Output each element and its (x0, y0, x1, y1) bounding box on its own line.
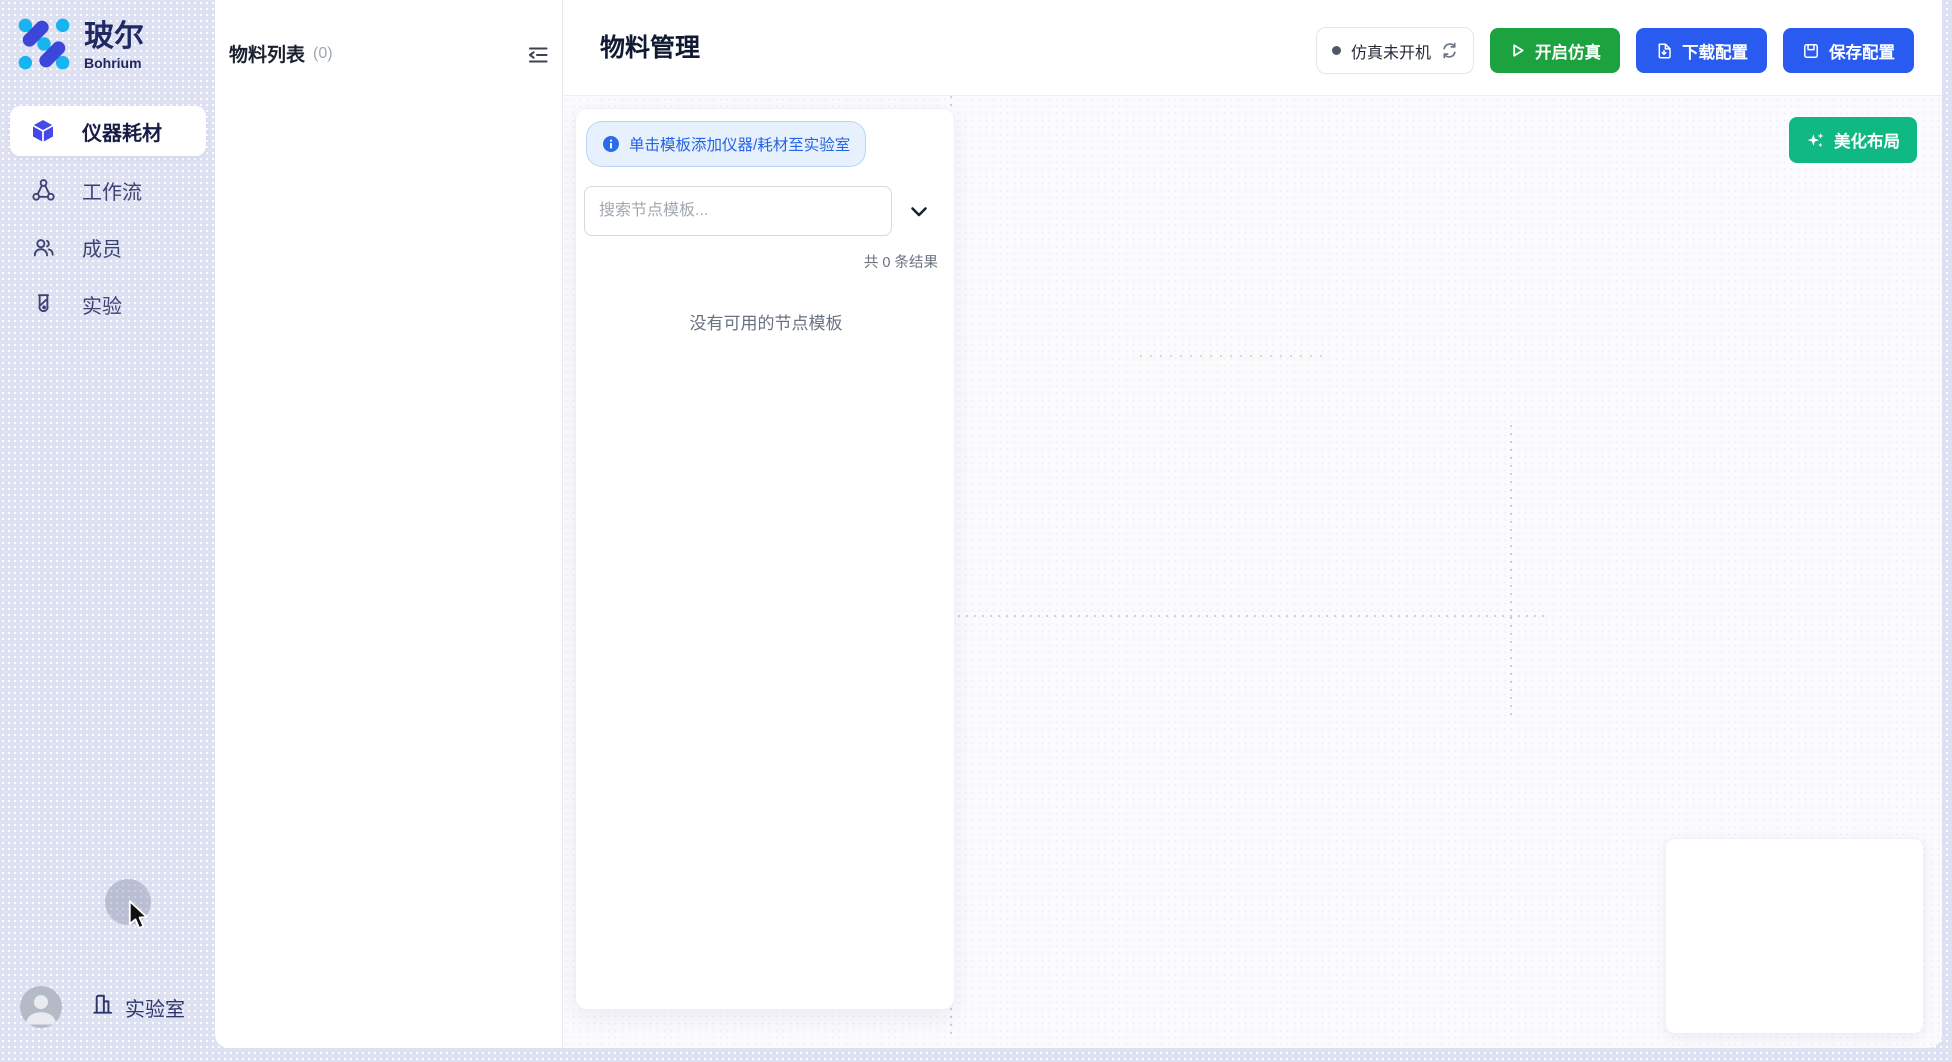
brand-name: 玻尔 (84, 22, 144, 52)
beautify-layout-button[interactable]: 美化布局 (1789, 117, 1917, 163)
canvas-guide-line (950, 615, 1546, 617)
search-input[interactable] (584, 186, 892, 236)
experiment-icon (30, 291, 56, 317)
canvas-guide-line (1140, 355, 1330, 357)
sparkles-icon (1806, 131, 1825, 150)
members-icon (30, 234, 56, 260)
file-download-icon (1655, 42, 1673, 60)
save-icon (1802, 42, 1820, 60)
workspace-label: 实验室 (125, 993, 185, 1022)
results-count: 共 0 条结果 (576, 251, 938, 272)
sidebar-item-label: 成员 (82, 233, 122, 262)
mouse-cursor-icon (127, 900, 151, 937)
template-hint-text: 单击模板添加仪器/耗材至实验室 (629, 133, 850, 155)
page-header: 物料管理 仿真未开机 (563, 0, 1942, 96)
sidebar-item-experiments[interactable]: 实验 (10, 279, 206, 329)
sidebar-item-label: 仪器耗材 (82, 117, 162, 146)
play-icon (1509, 42, 1526, 59)
simulation-status-badge[interactable]: 仿真未开机 (1316, 27, 1474, 74)
status-label: 仿真未开机 (1351, 39, 1431, 63)
menu-fold-icon[interactable] (525, 42, 551, 68)
bohrium-logo-icon (16, 16, 72, 77)
template-hint-banner: 单击模板添加仪器/耗材至实验室 (586, 121, 866, 167)
workspace-switcher[interactable]: 实验室 (90, 991, 185, 1023)
sidebar-item-members[interactable]: 成员 (10, 222, 206, 272)
sidebar-item-label: 实验 (82, 290, 122, 319)
chevron-down-icon[interactable] (909, 205, 929, 219)
building-icon (90, 991, 116, 1023)
sidebar-item-workflow[interactable]: 工作流 (10, 165, 206, 215)
brand-subtitle: Bohrium (84, 55, 144, 71)
workflow-icon (30, 177, 56, 203)
sidebar-item-instruments[interactable]: 仪器耗材 (10, 106, 206, 156)
page-title: 物料管理 (600, 28, 700, 64)
sidebar-item-label: 工作流 (82, 176, 142, 205)
download-config-button[interactable]: 下载配置 (1636, 28, 1767, 73)
info-icon (602, 135, 620, 153)
cube-icon (30, 118, 56, 144)
minimap[interactable] (1665, 838, 1924, 1034)
brand-logo[interactable]: 玻尔 Bohrium (16, 16, 144, 77)
status-dot-icon (1332, 46, 1341, 55)
avatar[interactable] (20, 986, 62, 1028)
material-list-panel: 物料列表 (0) (215, 0, 562, 1048)
canvas-guide-line (1510, 425, 1512, 717)
save-config-button[interactable]: 保存配置 (1783, 28, 1914, 73)
start-simulation-button[interactable]: 开启仿真 (1490, 28, 1620, 73)
refresh-icon[interactable] (1441, 42, 1458, 59)
main-card: 物料列表 (0) 物料管理 仿真未开机 (215, 0, 1942, 1048)
material-list-count: (0) (313, 45, 333, 63)
template-panel: 单击模板添加仪器/耗材至实验室 共 0 条结果 没有可用的节点模板 (575, 108, 955, 1010)
empty-state-text: 没有可用的节点模板 (576, 309, 956, 334)
workspace-canvas[interactable]: 单击模板添加仪器/耗材至实验室 共 0 条结果 没有可用的节点模板 美化布局 (563, 96, 1942, 1048)
material-list-title: 物料列表 (229, 40, 305, 67)
